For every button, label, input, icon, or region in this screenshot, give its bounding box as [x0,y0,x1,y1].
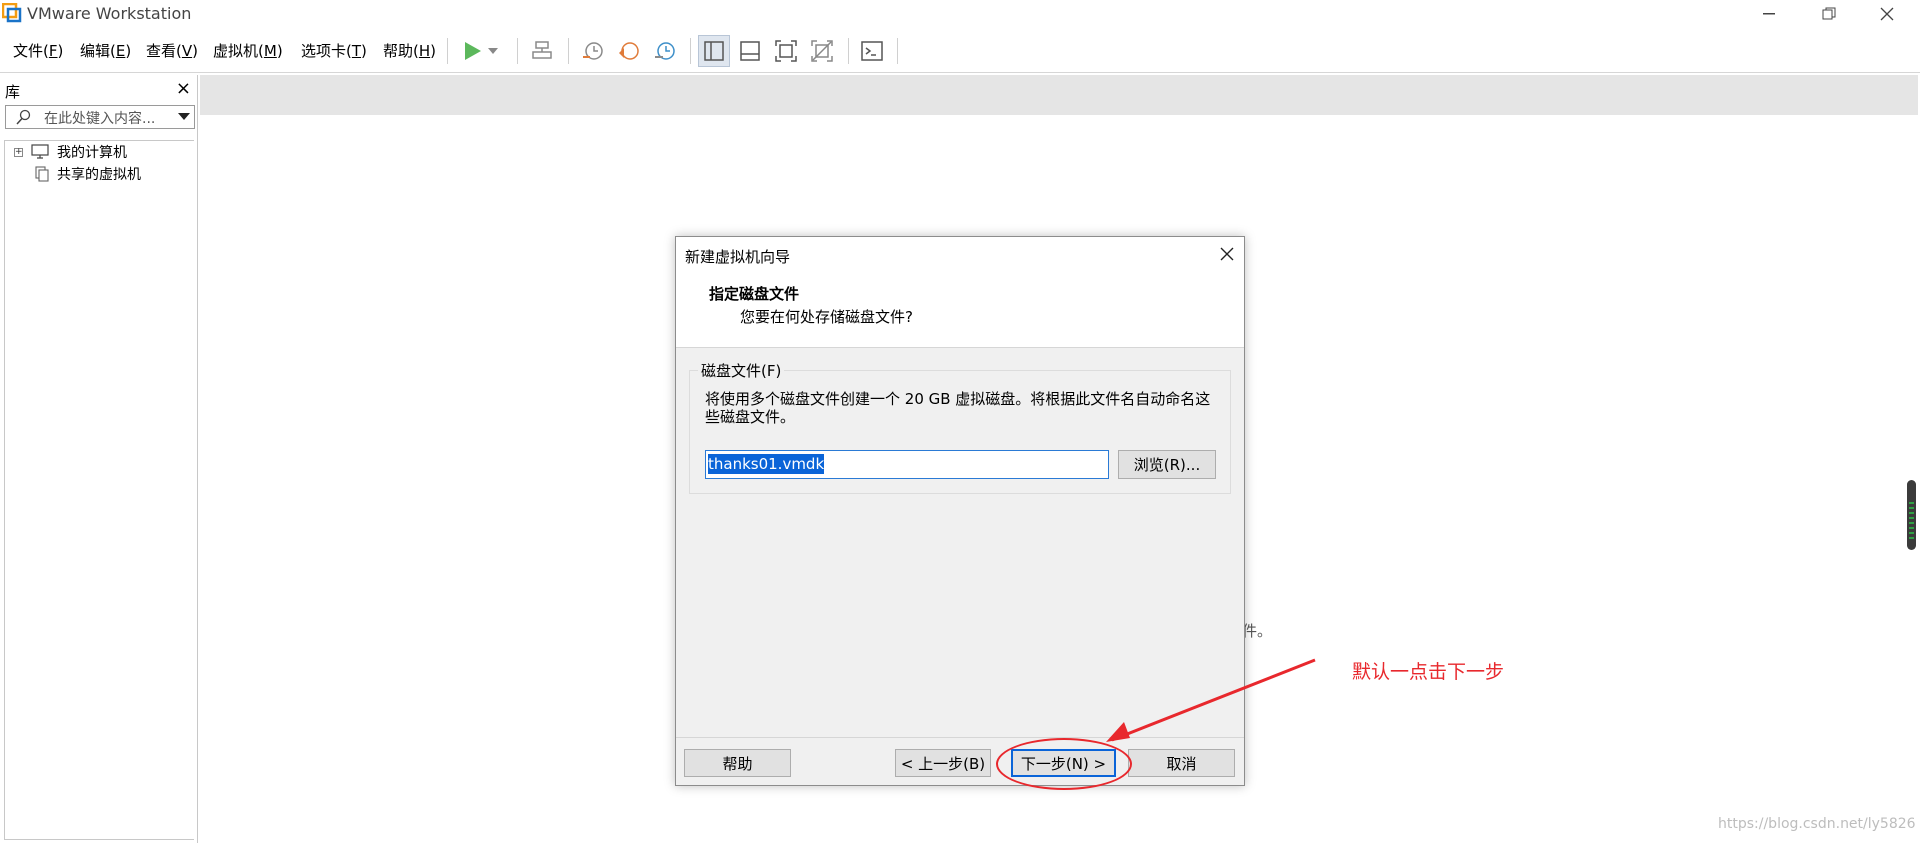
watermark: https://blog.csdn.net/ly5826 [1718,816,1916,832]
annotation-ellipse [996,738,1132,790]
annotation-text: 默认一点击下一步 [1352,661,1505,683]
annotation-arrow [1106,658,1316,742]
